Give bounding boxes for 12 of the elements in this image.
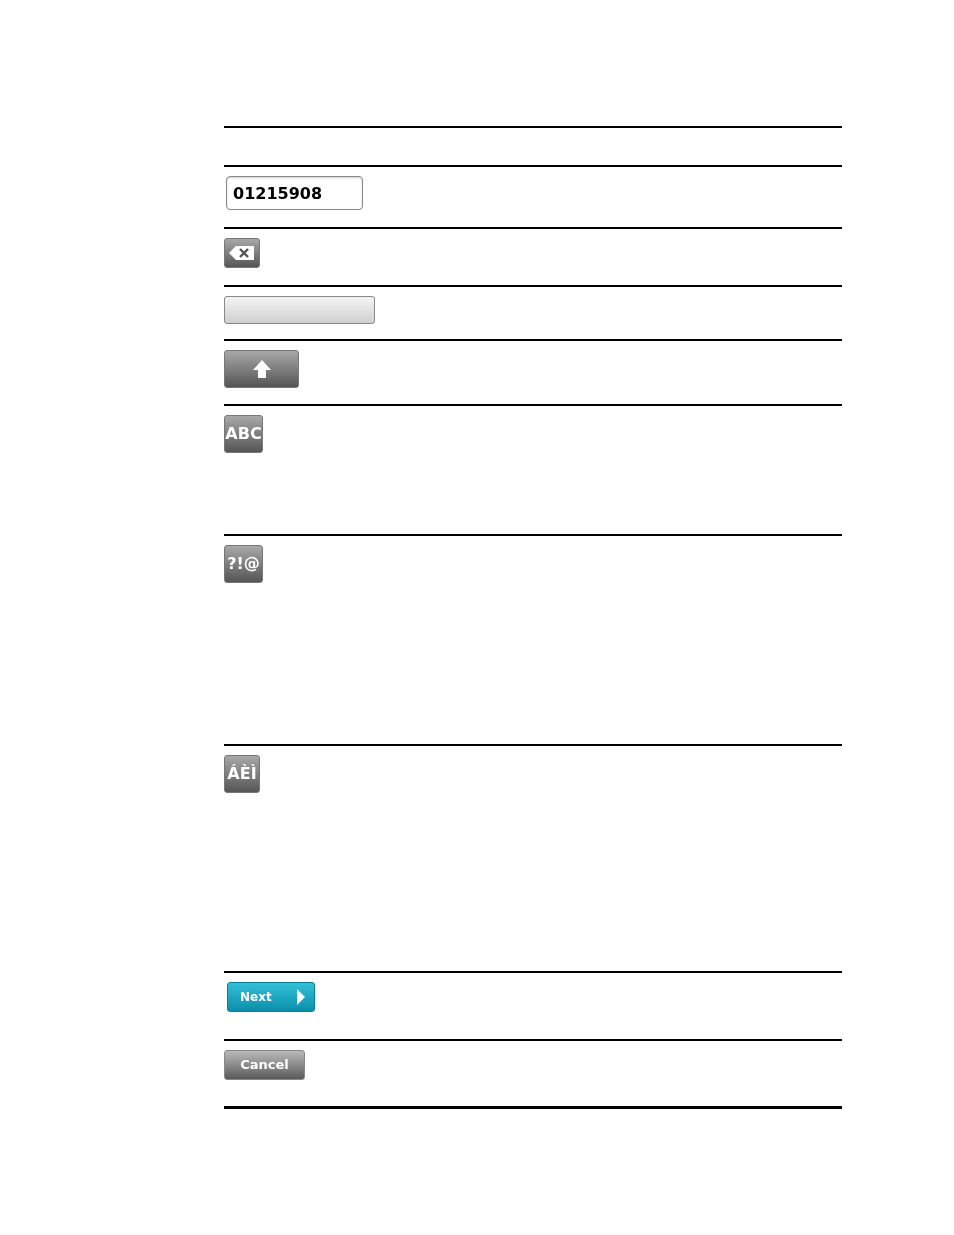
- shift-button[interactable]: [224, 350, 299, 388]
- right-arrow-icon: [296, 988, 306, 1006]
- keyboard-mode-button[interactable]: ABC: [224, 415, 263, 453]
- cancel-button[interactable]: Cancel: [224, 1050, 305, 1080]
- backspace-button[interactable]: [224, 238, 260, 268]
- keyboard-mode-button[interactable]: ÁÈÌ: [224, 755, 260, 793]
- next-button[interactable]: Next: [227, 982, 315, 1012]
- keyboard-mode-button[interactable]: ?!@: [224, 545, 263, 583]
- space-bar[interactable]: [224, 296, 375, 324]
- backspace-icon: [228, 245, 256, 261]
- up-arrow-icon: [251, 359, 272, 379]
- text-field[interactable]: 01215908: [226, 176, 363, 210]
